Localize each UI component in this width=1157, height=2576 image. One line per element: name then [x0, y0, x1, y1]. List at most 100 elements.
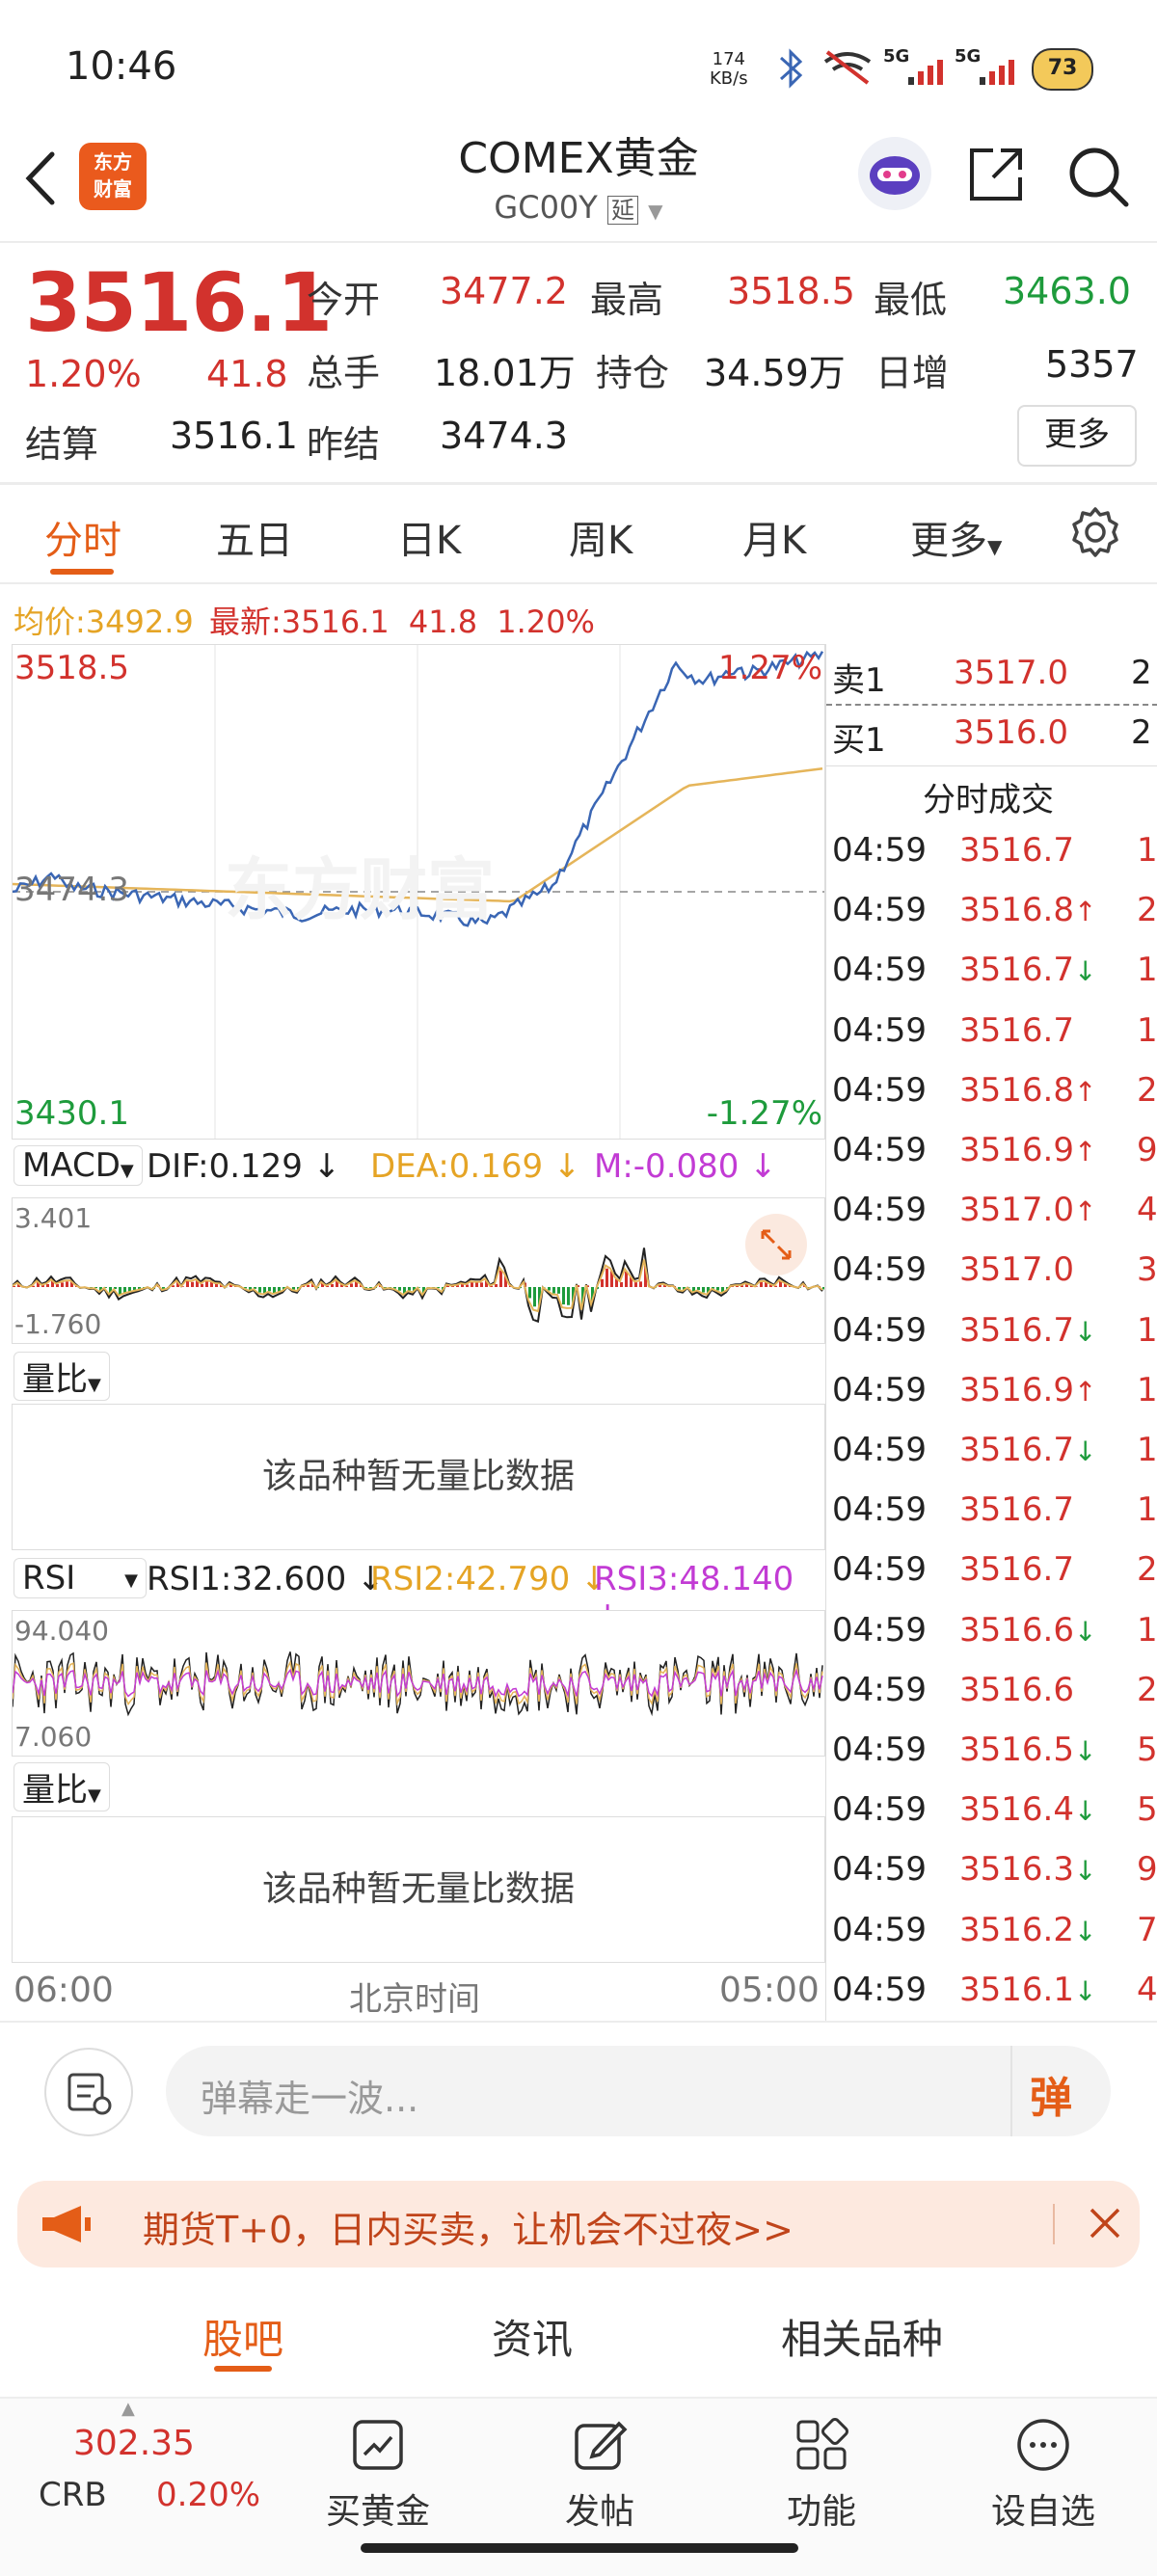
- macd-chart[interactable]: 3.401 -1.760: [12, 1197, 825, 1344]
- volume-ratio-2-selector[interactable]: 量比▼: [13, 1762, 110, 1811]
- promo-banner[interactable]: 期货T+0，日内买卖，让机会不过夜>>: [17, 2181, 1140, 2267]
- ask-label: 卖1: [832, 654, 886, 701]
- close-icon[interactable]: [1086, 2204, 1124, 2242]
- tab-news[interactable]: 资讯: [492, 2307, 573, 2366]
- trade-price: 3516.2↓: [959, 1911, 1096, 1949]
- volume-ratio-header: 量比▼: [12, 1342, 825, 1404]
- back-arrow-icon[interactable]: [17, 145, 66, 212]
- trade-row: 04:593516.7↓1: [826, 951, 1157, 1008]
- danmaku-input[interactable]: 弹幕走一波... 弹: [166, 2046, 1111, 2136]
- latest-pct: 1.20%: [497, 604, 595, 640]
- danmaku-toggle-button[interactable]: [44, 2048, 133, 2136]
- intraday-chart[interactable]: 东方财富 3518.5 3474.3 3430.1 1.27% -1.27%: [12, 644, 825, 1140]
- trade-direction-icon: ↓: [1074, 1436, 1096, 1467]
- caret-down-icon: ▼: [88, 1375, 101, 1395]
- signal-1-icon: [906, 56, 947, 87]
- trade-row: 04:593516.2↓7: [826, 1911, 1157, 1969]
- trade-row: 04:593517.0↑4: [826, 1191, 1157, 1248]
- volume-ratio-2-name: 量比: [22, 1771, 88, 1810]
- nav-watchlist[interactable]: 设自选: [956, 2408, 1130, 2543]
- trade-row: 04:59 3516.9↑ 1: [826, 1371, 1157, 1429]
- nav-post-label: 发帖: [513, 2483, 686, 2534]
- tab-five-day[interactable]: 五日: [216, 509, 293, 565]
- chevron-down-icon: ▼: [648, 200, 662, 223]
- ai-assistant-avatar[interactable]: [858, 137, 931, 210]
- tab-intraday[interactable]: 分时: [44, 509, 121, 565]
- net-speed-unit: KB/s: [710, 69, 748, 89]
- macd-selector[interactable]: MACD▼: [13, 1145, 143, 1186]
- caret-down-icon: ▼: [88, 1785, 101, 1806]
- trade-time: 04:59: [832, 1490, 927, 1529]
- time-axis-end: 05:00: [719, 1971, 820, 2010]
- trade-qty: 9: [1137, 1131, 1157, 1169]
- instrument-code-selector[interactable]: GC00Y 延 ▼: [415, 189, 742, 226]
- trade-direction-icon: ↓: [1074, 1975, 1096, 2007]
- trade-time: 04:59: [832, 1911, 927, 1949]
- trade-time: 04:59: [832, 1611, 927, 1650]
- trade-price-value: 3516.7: [959, 1011, 1074, 1050]
- settings-gear-icon[interactable]: [1068, 505, 1122, 559]
- open-value: 3477.2: [440, 270, 568, 312]
- rsi2: RSI2:42.790 ↓: [370, 1560, 608, 1598]
- trade-price-value: 3516.9: [959, 1371, 1074, 1409]
- bid-label: 买1: [832, 713, 886, 761]
- trade-direction-icon: ↑: [1074, 1376, 1096, 1408]
- tab-daily-k[interactable]: 日K: [397, 509, 461, 565]
- trade-qty: 1: [1137, 1371, 1157, 1409]
- active-tab-indicator: [214, 2366, 272, 2372]
- trade-qty: 1: [1137, 1490, 1157, 1529]
- tab-related[interactable]: 相关品种: [781, 2307, 943, 2366]
- trade-row: 04:593516.3↓9: [826, 1850, 1157, 1908]
- nav-function[interactable]: 功能: [735, 2408, 908, 2543]
- macd-y-top: 3.401: [14, 1202, 92, 1234]
- trade-row: 04:593517.03: [826, 1250, 1157, 1308]
- nav-buy-gold[interactable]: 买黄金: [291, 2408, 465, 2543]
- trade-price: 3517.0↑: [959, 1191, 1096, 1229]
- rsi2-value: RSI2:42.790: [370, 1560, 570, 1598]
- tab-forum[interactable]: 股吧: [202, 2307, 283, 2366]
- time-axis-start: 06:00: [13, 1971, 114, 2010]
- expand-icon: [745, 1214, 807, 1275]
- share-icon[interactable]: [964, 143, 1028, 206]
- rsi-y-bottom: 7.060: [14, 1721, 92, 1753]
- search-icon[interactable]: [1064, 143, 1132, 210]
- danmaku-send-button[interactable]: 弹: [1030, 2063, 1072, 2125]
- trade-price-value: 3516.7: [959, 1550, 1074, 1589]
- trade-time: 04:59: [832, 831, 927, 870]
- trade-price: 3516.7: [959, 1550, 1074, 1589]
- trade-price: 3516.8↑: [959, 1071, 1096, 1110]
- tab-weekly-k[interactable]: 周K: [569, 509, 632, 565]
- more-quote-button[interactable]: 更多: [1017, 405, 1137, 467]
- trade-price: 3517.0: [959, 1250, 1074, 1289]
- pct-axis-bottom: -1.27%: [707, 1094, 822, 1133]
- trade-direction-icon: ↓: [1074, 1735, 1096, 1767]
- volume-value: 18.01万: [434, 343, 576, 396]
- nav-post[interactable]: 发帖: [513, 2408, 686, 2543]
- trade-time: 04:59: [832, 1371, 927, 1409]
- trade-time: 04:59: [832, 951, 927, 989]
- change-pct: 1.20%: [25, 353, 142, 395]
- trade-row: 04:593516.7↓1: [826, 1431, 1157, 1489]
- clock: 10:46: [66, 44, 176, 89]
- macd-header: MACD▼ DIF:0.129 ↓ DEA:0.169 ↓ M:-0.080 ↓: [12, 1138, 825, 1197]
- chart-trend-icon: [349, 2416, 407, 2474]
- trade-direction-icon: ↑: [1074, 1195, 1096, 1227]
- trade-price-value: 3516.9: [959, 1131, 1074, 1169]
- tab-monthly-k[interactable]: 月K: [742, 509, 806, 565]
- trade-time: 04:59: [832, 891, 927, 929]
- trade-qty: 1: [1137, 1431, 1157, 1469]
- crb-index-widget[interactable]: ▲ 302.35 CRB 0.20%: [19, 2399, 270, 2543]
- trade-price: 3516.7: [959, 1011, 1074, 1050]
- rsi1: RSI1:32.600 ↓: [147, 1560, 385, 1598]
- rsi-chart[interactable]: 94.040 7.060: [12, 1610, 825, 1757]
- trade-price: 3516.5↓: [959, 1731, 1096, 1769]
- expand-chart-button[interactable]: [745, 1214, 807, 1275]
- trade-price: 3516.7↓: [959, 1311, 1096, 1350]
- rsi-selector[interactable]: RSI ▼: [13, 1558, 147, 1598]
- caret-up-icon: ▲: [121, 2399, 135, 2419]
- edit-icon: [571, 2416, 629, 2474]
- volume-ratio-selector[interactable]: 量比▼: [13, 1352, 110, 1401]
- promo-text: 期货T+0，日内买卖，让机会不过夜>>: [143, 2200, 794, 2253]
- tab-more[interactable]: 更多▼: [910, 509, 1002, 565]
- trade-time: 04:59: [832, 1011, 927, 1050]
